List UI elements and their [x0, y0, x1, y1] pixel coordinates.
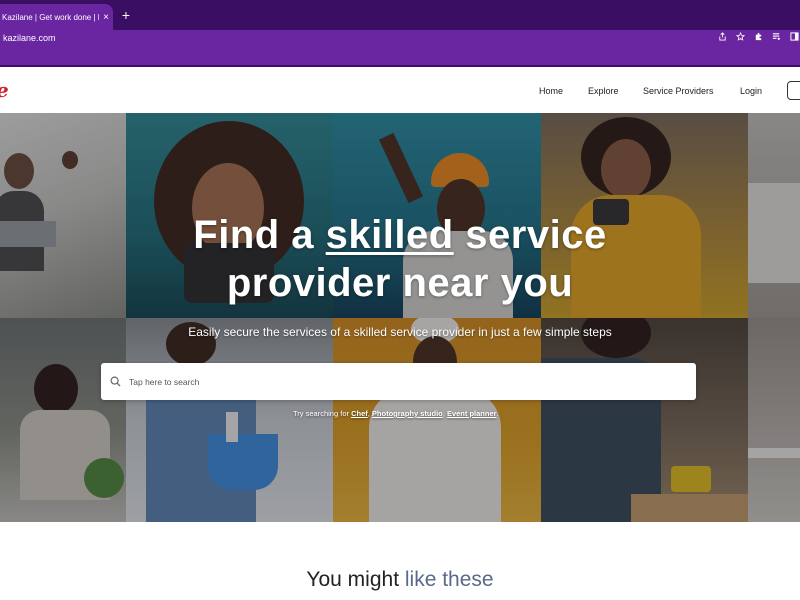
tab-close-icon[interactable]: × — [99, 12, 113, 23]
hero-photo-craftswoman — [541, 318, 748, 522]
url-field[interactable]: kazilane.com — [3, 31, 56, 45]
browser-tab[interactable]: Kazilane | Get work done | Find × — [0, 4, 113, 30]
sidebar-icon[interactable] — [788, 31, 800, 45]
nav-login[interactable]: Login — [740, 67, 762, 114]
hero-photo-cleaner — [126, 318, 333, 522]
search-input[interactable] — [129, 376, 696, 387]
search-suggestions: Try searching for Chef, Photography stud… — [293, 409, 499, 418]
share-icon[interactable] — [716, 31, 728, 45]
headline-line-2: provider near you — [226, 261, 574, 305]
suggestion-event-planner[interactable]: Event planner — [447, 409, 497, 418]
address-bar: kazilane.com — [0, 30, 800, 46]
nav-service-providers[interactable]: Service Providers — [643, 67, 714, 114]
hero-headline: Find a skilled service provider near you — [0, 211, 800, 307]
search-icon — [101, 376, 129, 387]
suggestions-prefix: Try searching for — [293, 409, 352, 418]
hero-section: Find a skilled service provider near you… — [0, 113, 800, 522]
address-bar-actions — [716, 31, 800, 45]
site-header: e Home Explore Service Providers Login — [0, 67, 800, 114]
hero-photo-chef — [333, 318, 541, 522]
headline-part-2: service — [453, 213, 607, 257]
section-title-accent: like these — [404, 568, 494, 591]
hero-subtitle: Easily secure the services of a skilled … — [188, 325, 612, 339]
headline-underlined: skilled — [325, 213, 454, 257]
puzzle-icon[interactable] — [752, 31, 764, 45]
hero-photo-student — [0, 318, 126, 522]
site-logo[interactable]: e — [0, 78, 9, 102]
nav-explore[interactable]: Explore — [588, 67, 619, 114]
signup-button[interactable] — [787, 81, 800, 100]
tab-title: Kazilane | Get work done | Find — [2, 12, 99, 22]
media-control-icon[interactable] — [770, 31, 782, 45]
browser-tab-bar: Kazilane | Get work done | Find × + — [0, 0, 800, 30]
suggestion-photography-studio[interactable]: Photography studio — [372, 409, 443, 418]
suggestion-chef[interactable]: Chef — [351, 409, 368, 418]
new-tab-button[interactable]: + — [118, 7, 134, 23]
headline-part-1: Find a — [193, 213, 326, 257]
search-bar[interactable] — [101, 363, 696, 400]
star-icon[interactable] — [734, 31, 746, 45]
section-title-text: You might — [306, 568, 405, 591]
nav-home[interactable]: Home — [539, 67, 563, 114]
hero-photo-workspace — [748, 318, 800, 522]
bookmark-bar — [0, 46, 800, 67]
section-title: You might like these — [0, 567, 800, 593]
